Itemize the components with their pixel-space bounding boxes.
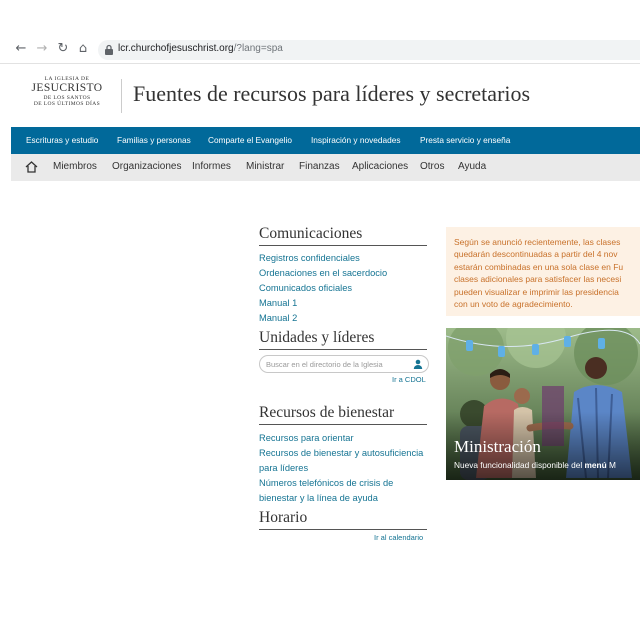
- hero-subtitle-bold: menú: [584, 460, 607, 470]
- primary-nav: Escrituras y estudio Familias y personas…: [11, 127, 640, 154]
- hero-photo: [446, 328, 640, 480]
- units-heading: Unidades y líderes: [259, 329, 375, 346]
- primary-nav-item-families[interactable]: Familias y personas: [117, 135, 191, 145]
- lock-icon: [105, 44, 113, 55]
- directory-search-input[interactable]: [266, 358, 406, 370]
- reload-icon[interactable]: ↻: [55, 41, 71, 57]
- schedule-heading: Horario: [259, 509, 308, 526]
- directory-search: [259, 355, 429, 373]
- nav-item-ministering[interactable]: Ministrar: [246, 161, 284, 172]
- notice-line: con un voto de agradecimiento.: [454, 299, 573, 310]
- welfare-rule: [259, 424, 427, 425]
- link-manual-2[interactable]: Manual 2: [259, 313, 297, 323]
- link-welfare-resources-cont[interactable]: para líderes: [259, 463, 308, 473]
- home-icon[interactable]: [25, 161, 38, 173]
- communications-rule: [259, 245, 427, 246]
- forward-arrow-icon[interactable]: →: [34, 41, 50, 57]
- nav-item-finances[interactable]: Finanzas: [299, 161, 340, 172]
- link-priesthood-ordinations[interactable]: Ordenaciones en el sacerdocio: [259, 268, 387, 278]
- link-orientation-resources[interactable]: Recursos para orientar: [259, 433, 354, 443]
- primary-nav-item-gospel[interactable]: Comparte el Evangelio: [208, 135, 292, 145]
- tab-strip: [0, 0, 640, 36]
- hero-subtitle-prefix: Nueva funcionalidad disponible del: [454, 460, 583, 470]
- notice-line: Según se anunció recientemente, las clas…: [454, 237, 621, 247]
- church-logo[interactable]: LA IGLESIA DE JESUCRISTO DE LOS SANTOS D…: [22, 76, 112, 107]
- url-host: lcr.churchofjesuschrist.org: [118, 43, 234, 54]
- hero-title: Ministración: [454, 437, 541, 456]
- primary-nav-item-scriptures[interactable]: Escrituras y estudio: [26, 135, 98, 145]
- link-manual-1[interactable]: Manual 1: [259, 298, 297, 308]
- link-welfare-resources[interactable]: Recursos de bienestar y autosuficiencia: [259, 448, 423, 458]
- link-crisis-numbers[interactable]: Números telefónicos de crisis de: [259, 478, 393, 488]
- person-icon[interactable]: [413, 359, 423, 369]
- link-confidential-records[interactable]: Registros confidenciales: [259, 253, 360, 263]
- calendar-link[interactable]: Ir al calendario: [374, 533, 423, 542]
- communications-heading: Comunicaciones: [259, 225, 363, 242]
- nav-item-other[interactable]: Otros: [420, 161, 444, 172]
- back-arrow-icon[interactable]: ←: [13, 41, 29, 57]
- url-path: /?lang=spa: [233, 43, 283, 54]
- nav-item-help[interactable]: Ayuda: [458, 161, 486, 172]
- home-icon[interactable]: ⌂: [75, 41, 91, 57]
- primary-nav-item-serve[interactable]: Presta servicio y enseña: [420, 135, 510, 145]
- cdol-link[interactable]: Ir a CDOL: [392, 375, 426, 384]
- hero-subtitle-suffix: M: [609, 460, 616, 470]
- logo-line-4: DE LOS ÚLTIMOS DÍAS: [33, 101, 101, 107]
- notice-line: clases adicionales para satisfacer las n…: [454, 274, 622, 285]
- welfare-heading: Recursos de bienestar: [259, 404, 395, 421]
- nav-item-reports[interactable]: Informes: [192, 161, 231, 172]
- notice-line: pueden visualizar e imprimir las preside…: [454, 286, 619, 297]
- nav-item-organizations[interactable]: Organizaciones: [112, 161, 181, 172]
- notice-banner: Según se anunció recientemente, las clas…: [446, 227, 640, 316]
- link-crisis-numbers-cont[interactable]: bienestar y la línea de ayuda: [259, 493, 378, 503]
- nav-item-members[interactable]: Miembros: [53, 161, 97, 172]
- logo-line-2: JESUCRISTO: [31, 82, 103, 94]
- units-rule: [259, 349, 427, 350]
- url-text[interactable]: lcr.churchofjesuschrist.org/?lang=spa: [118, 43, 283, 54]
- ministering-hero[interactable]: Ministración Nueva funcionalidad disponi…: [446, 328, 640, 480]
- notice-line: quedarán descontinuadas a partir del 4 n…: [454, 249, 618, 260]
- notice-line: estarán combinadas en una sola clase en …: [454, 261, 624, 272]
- link-official-communications[interactable]: Comunicados oficiales: [259, 283, 352, 293]
- schedule-rule: [259, 529, 427, 530]
- nav-item-applications[interactable]: Aplicaciones: [352, 161, 408, 172]
- hero-subtitle: Nueva funcionalidad disponible del menú …: [454, 460, 616, 470]
- secondary-nav: Miembros Organizaciones Informes Ministr…: [11, 154, 640, 181]
- page-title: Fuentes de recursos para líderes y secre…: [133, 81, 531, 106]
- primary-nav-item-inspiration[interactable]: Inspiración y novedades: [311, 135, 400, 145]
- logo-divider: [121, 79, 122, 113]
